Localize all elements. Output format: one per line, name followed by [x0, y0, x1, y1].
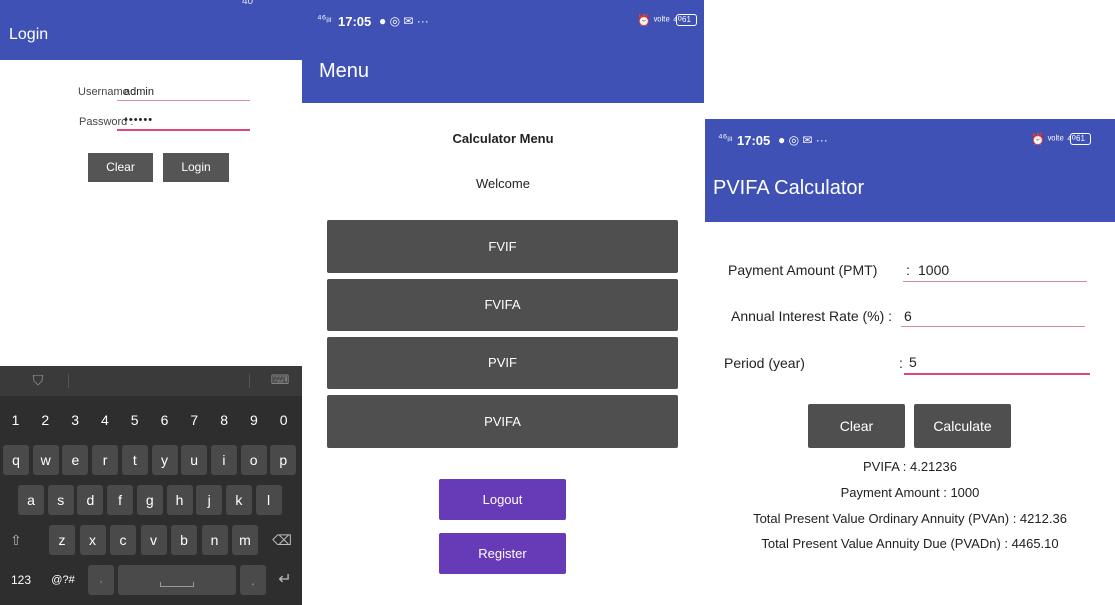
letter-key-g[interactable]: g [136, 485, 163, 515]
result-pvadn: Total Present Value Annuity Due (PVADn) … [761, 536, 1059, 551]
shift-key[interactable]: ⇧ [2, 527, 30, 553]
status-notification-icons: ● ◎ ✉ ··· [778, 133, 828, 147]
login-clear-button[interactable]: Clear [88, 153, 153, 182]
menu-title: Menu [319, 60, 370, 82]
pvifa-title: PVIFA Calculator [713, 177, 865, 199]
menu-item-pvifa[interactable]: PVIFA [327, 395, 678, 448]
digit-key-5[interactable]: 5 [121, 407, 148, 433]
calculate-button[interactable]: Calculate [914, 404, 1011, 448]
letter-key-p[interactable]: p [270, 445, 297, 475]
period-key[interactable]: . [240, 565, 266, 595]
comma-key[interactable]: , [88, 565, 114, 595]
pmt-underline [903, 281, 1087, 282]
digit-key-2[interactable]: 2 [32, 407, 59, 433]
username-input[interactable]: admin [124, 86, 154, 98]
backspace-icon[interactable]: ⌫ [266, 527, 298, 553]
digit-key-6[interactable]: 6 [151, 407, 178, 433]
pvifa-app-bar: ⁴⁶ᵢₗₗ 17:05 ● ◎ ✉ ··· ⏰ ᵛᵒˡᵗᵉ ⁴⁰ 61 PVIF… [705, 119, 1115, 222]
password-underline [117, 129, 250, 131]
rate-underline [901, 326, 1085, 327]
letter-key-r[interactable]: r [92, 445, 119, 475]
letter-key-v[interactable]: v [140, 525, 167, 555]
menu-item-fvif[interactable]: FVIF [327, 220, 678, 273]
letter-key-j[interactable]: j [196, 485, 223, 515]
space-bar[interactable] [118, 565, 236, 595]
keyboard-collapse-icon[interactable]: ⌨ [268, 372, 292, 388]
status-notification-icons: ● ◎ ✉ ··· [379, 14, 429, 28]
enter-icon[interactable]: ↵ [270, 565, 300, 595]
letter-key-a[interactable]: a [18, 485, 44, 515]
welcome-text: Welcome [476, 176, 530, 191]
letter-key-c[interactable]: c [110, 525, 136, 555]
shield-icon[interactable]: ⛉ [28, 372, 48, 389]
digit-key-7[interactable]: 7 [181, 407, 208, 433]
period-input[interactable]: 5 [909, 354, 917, 370]
rate-input[interactable]: 6 [904, 308, 912, 324]
username-underline [117, 100, 250, 101]
pmt-input[interactable]: 1000 [918, 262, 949, 278]
letter-key-s[interactable]: s [47, 485, 74, 515]
digit-key-3[interactable]: 3 [62, 407, 89, 433]
keyboard-toolbar: ⛉ ⌨ [0, 366, 302, 396]
battery-icon: 61 [676, 14, 697, 26]
period-separator: : [899, 355, 903, 371]
status-signal-icon: ⁴⁶ᵢₗₗ [718, 132, 733, 144]
letter-key-n[interactable]: n [201, 525, 228, 555]
status-time: 17:05 [338, 14, 372, 29]
letter-key-f[interactable]: f [107, 485, 134, 515]
letter-key-q[interactable]: q [3, 445, 29, 475]
toolbar-divider [249, 374, 250, 388]
menu-app-bar: ⁴⁶ᵢₗₗ 17:05 ● ◎ ✉ ··· ⏰ ᵛᵒˡᵗᵉ ⁴⁰ 61 Menu [302, 0, 704, 103]
soft-keyboard: ⛉ ⌨ 1234567890 qwertyuiop asdfghjkl zxcv… [0, 366, 302, 605]
letter-key-w[interactable]: w [32, 445, 59, 475]
menu-item-fvifa[interactable]: FVIFA [327, 279, 678, 331]
letter-key-o[interactable]: o [240, 445, 267, 475]
letter-key-b[interactable]: b [171, 525, 197, 555]
period-label: Period (year) [724, 355, 805, 371]
letter-key-x[interactable]: x [79, 525, 106, 555]
letter-key-h[interactable]: h [166, 485, 193, 515]
register-button[interactable]: Register [439, 533, 566, 574]
menu-item-pvif[interactable]: PVIF [327, 337, 678, 389]
status-partial: 40 [242, 0, 254, 7]
letter-key-d[interactable]: d [77, 485, 104, 515]
login-title: Login [9, 26, 49, 43]
symbols-key[interactable]: @?# [44, 567, 82, 593]
battery-icon: 61 [1070, 133, 1091, 145]
letter-key-i[interactable]: i [210, 445, 237, 475]
letter-key-e[interactable]: e [62, 445, 89, 475]
rate-label: Annual Interest Rate (%) : [731, 308, 893, 324]
letter-key-k[interactable]: k [225, 485, 252, 515]
letter-key-l[interactable]: l [255, 485, 282, 515]
digit-key-8[interactable]: 8 [211, 407, 238, 433]
password-input[interactable]: •••••• [124, 114, 153, 126]
digit-key-0[interactable]: 0 [270, 407, 297, 433]
result-pvifa: PVIFA : 4.21236 [863, 459, 957, 474]
space-bar-mark [160, 582, 194, 587]
letter-key-z[interactable]: z [49, 525, 75, 555]
letter-key-y[interactable]: y [151, 445, 178, 475]
result-pvan: Total Present Value Ordinary Annuity (PV… [753, 511, 1067, 526]
letter-key-u[interactable]: u [181, 445, 208, 475]
period-underline [904, 373, 1090, 375]
result-payment-amount: Payment Amount : 1000 [840, 485, 980, 500]
digit-key-9[interactable]: 9 [240, 407, 267, 433]
pmt-separator: : [906, 262, 910, 278]
letter-key-t[interactable]: t [121, 445, 148, 475]
toolbar-divider [68, 374, 69, 388]
status-signal-icon: ⁴⁶ᵢₗₗ [317, 13, 332, 25]
numbers-symbols-key[interactable]: 123 [2, 567, 40, 593]
letter-key-m[interactable]: m [232, 525, 258, 555]
digit-key-4[interactable]: 4 [91, 407, 118, 433]
logout-button[interactable]: Logout [439, 479, 566, 520]
pvifa-clear-button[interactable]: Clear [808, 404, 905, 448]
login-button[interactable]: Login [163, 153, 229, 182]
pmt-label: Payment Amount (PMT) [728, 262, 878, 278]
status-time: 17:05 [737, 133, 771, 148]
menu-heading: Calculator Menu [452, 131, 554, 146]
digit-key-1[interactable]: 1 [2, 407, 29, 433]
login-app-bar: 40 Login [0, 0, 302, 60]
